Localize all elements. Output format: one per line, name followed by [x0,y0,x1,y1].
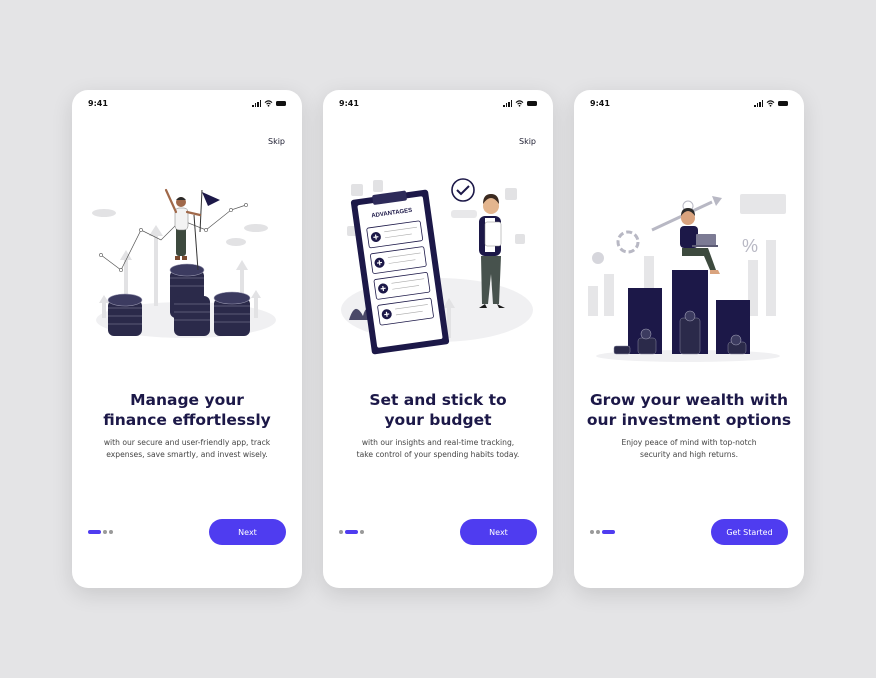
page-dot-active [88,530,101,534]
page-dot [590,530,594,534]
skip-button[interactable]: Skip [268,137,285,146]
status-icons [503,99,537,107]
title-line: Set and stick to [369,391,507,409]
finance-illustration [92,188,276,338]
page-dot-active [602,530,615,534]
status-icons [252,99,286,107]
description-line: Enjoy peace of mind with top-notch [621,438,757,447]
screen-description: with our insights and real-time tracking… [335,437,541,461]
signal-icon [754,99,763,107]
battery-icon [276,100,286,106]
wifi-icon [515,99,524,107]
title-line: your budget [384,411,492,429]
page-indicator [339,530,364,534]
page-dot [339,530,343,534]
status-bar: 9:41 [88,97,286,109]
wifi-icon [264,99,273,107]
next-button[interactable]: Next [209,519,286,545]
page-dot [596,530,600,534]
page-dot-active [345,530,358,534]
status-bar: 9:41 [590,97,788,109]
battery-icon [527,100,537,106]
title-line: Manage your [130,391,244,409]
title-line: our investment options [586,411,792,429]
budget-illustration: ADVANTAGES [341,178,533,355]
screen-description: with our secure and user-friendly app, t… [84,437,290,461]
description-line: security and high returns. [640,450,738,459]
page-dot [360,530,364,534]
description-line: take control of your spending habits tod… [356,450,520,459]
investment-illustration: % [588,194,786,362]
title-line: finance effortlessly [103,411,271,429]
status-icons [754,99,788,107]
page-indicator [88,530,113,534]
screen-title: Grow your wealth with our investment opt… [582,390,796,430]
onboarding-screen-2: 9:41 Skip ADVANTAGES Set and stick to yo… [323,90,553,588]
battery-icon [778,100,788,106]
signal-icon [503,99,512,107]
onboarding-screen-3: 9:41 % Grow your wealth with our investm… [574,90,804,588]
get-started-button[interactable]: Get Started [711,519,788,545]
next-button[interactable]: Next [460,519,537,545]
onboarding-screen-1: 9:41 Skip Manage your finance effortless… [72,90,302,588]
status-time: 9:41 [590,98,610,108]
status-bar: 9:41 [339,97,537,109]
wifi-icon [766,99,775,107]
status-time: 9:41 [88,98,108,108]
skip-button[interactable]: Skip [519,137,536,146]
status-time: 9:41 [339,98,359,108]
page-dot [103,530,107,534]
screen-title: Set and stick to your budget [331,390,545,430]
page-indicator [590,530,615,534]
screen-description: Enjoy peace of mind with top-notch secur… [586,437,792,461]
screen-title: Manage your finance effortlessly [80,390,294,430]
description-line: expenses, save smartly, and invest wisel… [106,450,268,459]
signal-icon [252,99,261,107]
svg-text:%: % [742,236,758,256]
description-line: with our insights and real-time tracking… [361,438,515,447]
page-dot [109,530,113,534]
title-line: Grow your wealth with [589,391,789,409]
description-line: with our secure and user-friendly app, t… [103,438,271,447]
